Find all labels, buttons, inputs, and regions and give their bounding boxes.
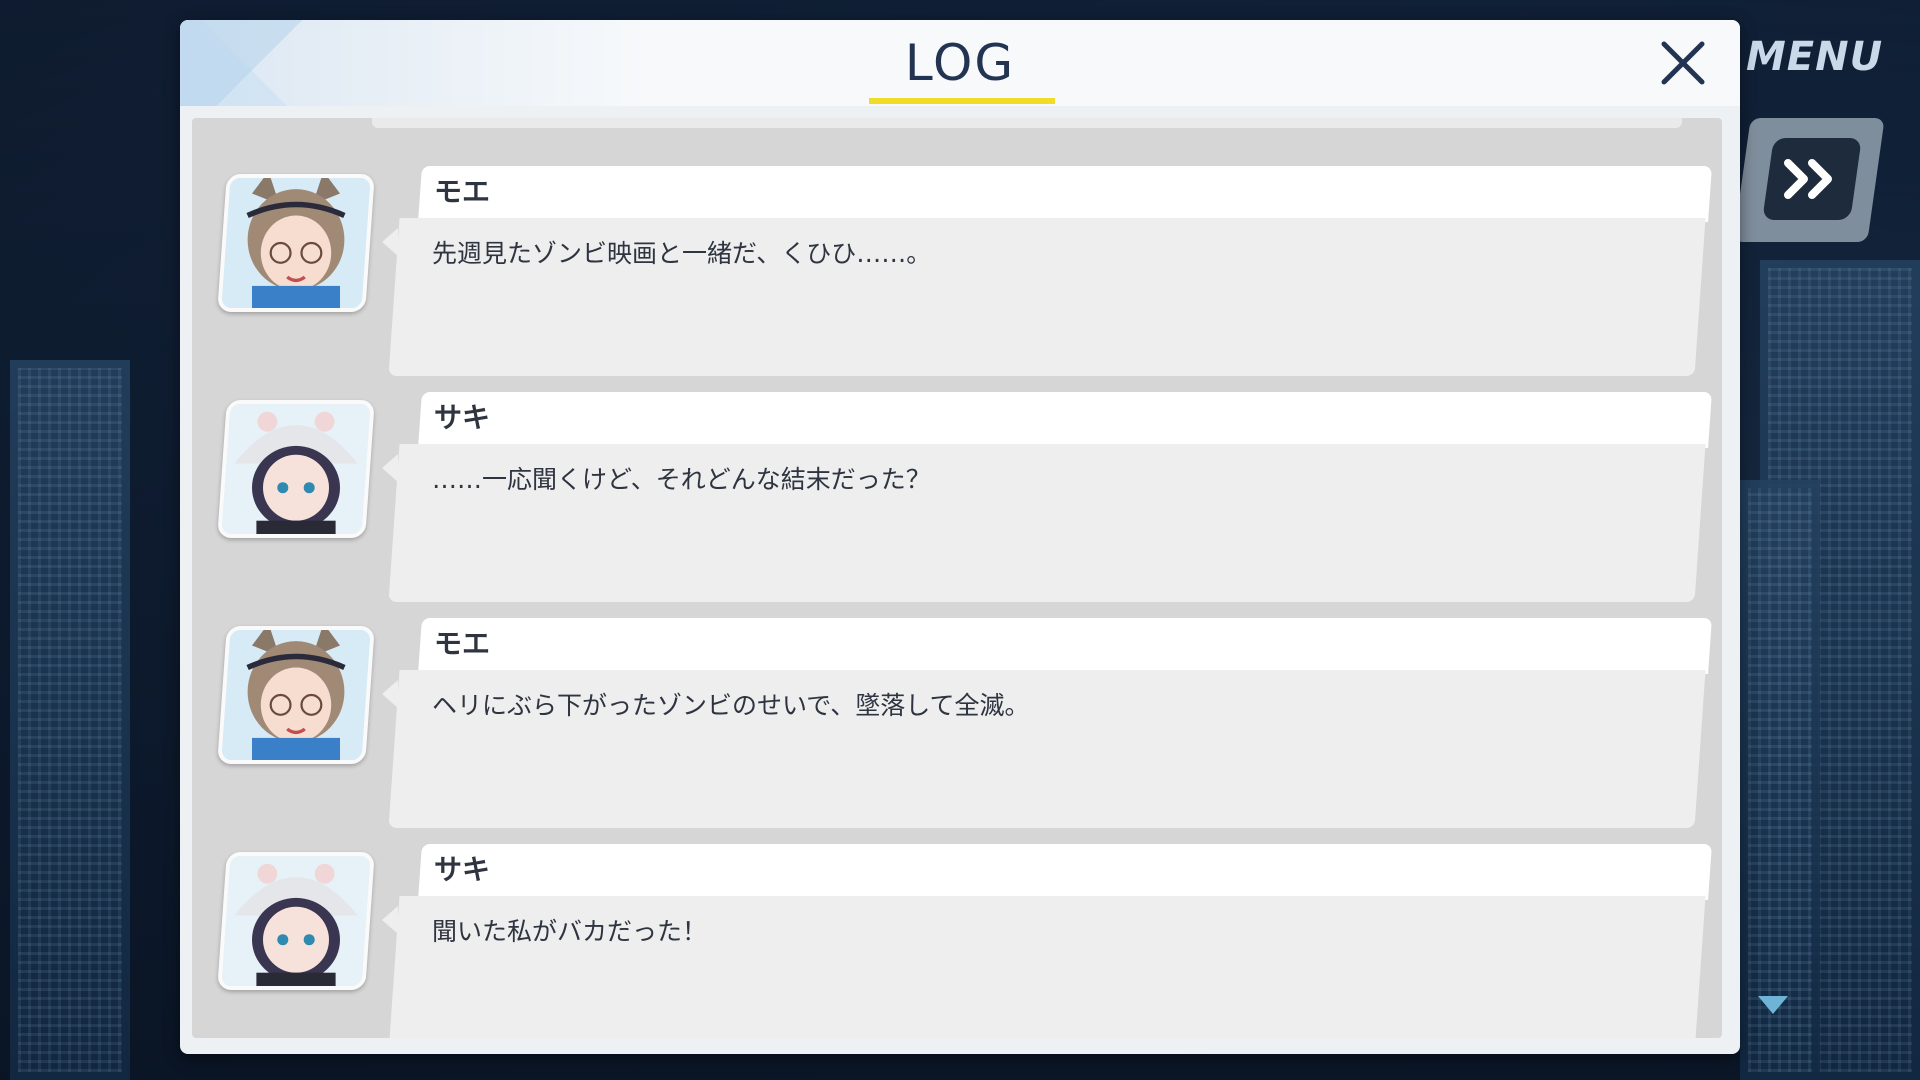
modal-title: LOG [904, 34, 1016, 92]
speaker-bar [418, 844, 1712, 900]
close-icon [1661, 41, 1705, 85]
moe-portrait-icon [219, 174, 373, 312]
bubble-tail [382, 454, 398, 482]
scroll-down-icon[interactable] [1758, 996, 1788, 1014]
speaker-bar [418, 392, 1712, 448]
bubble-tail [382, 228, 398, 256]
log-list[interactable]: モエ 先週見たゾンビ映画と一緒だ、くひひ……。 サキ ……一応聞くけど、それどん… [192, 118, 1722, 1038]
saki-portrait-icon [219, 400, 373, 538]
background-building [10, 360, 130, 1080]
log-entry: サキ ……一応聞くけど、それどんな結末だった？ [192, 388, 1722, 604]
bubble-tail [382, 906, 398, 934]
dialogue-text: ヘリにぶら下がったゾンビのせいで、墜落して全滅。 [432, 691, 1030, 720]
bubble-tail [382, 680, 398, 708]
log-entry: サキ 聞いた私がバカだった！ [192, 840, 1722, 1038]
dialogue-text: 先週見たゾンビ映画と一緒だ、くひひ……。 [432, 239, 932, 268]
background-building [1740, 480, 1820, 1080]
speaker-bar [418, 618, 1712, 674]
speaker-name: サキ [434, 401, 491, 434]
moe-avatar [217, 174, 375, 312]
dialogue-text: 聞いた私がバカだった！ [432, 917, 708, 946]
speaker-name: サキ [434, 853, 491, 886]
speaker-name: モエ [434, 627, 491, 660]
dialogue-text: ……一応聞くけど、それどんな結末だった？ [432, 465, 931, 494]
title-underline [869, 98, 1055, 104]
speaker-bar [418, 166, 1712, 222]
log-modal: LOG モエ 先週見たゾンビ映画と一緒だ、くひひ……。 サキ ……一応聞くけど、… [180, 20, 1740, 1054]
moe-portrait-icon [219, 626, 373, 764]
fast-forward-button[interactable] [1762, 138, 1862, 220]
saki-portrait-icon [219, 852, 373, 990]
speaker-name: モエ [434, 175, 491, 208]
menu-button[interactable]: MENU [1746, 34, 1883, 80]
moe-avatar [217, 626, 375, 764]
fast-forward-icon [1784, 159, 1832, 199]
saki-avatar [217, 852, 375, 990]
log-entry: モエ ヘリにぶら下がったゾンビのせいで、墜落して全滅。 [192, 614, 1722, 830]
log-entry: モエ 先週見たゾンビ映画と一緒だ、くひひ……。 [192, 162, 1722, 378]
saki-avatar [217, 400, 375, 538]
close-button[interactable] [1654, 34, 1712, 92]
